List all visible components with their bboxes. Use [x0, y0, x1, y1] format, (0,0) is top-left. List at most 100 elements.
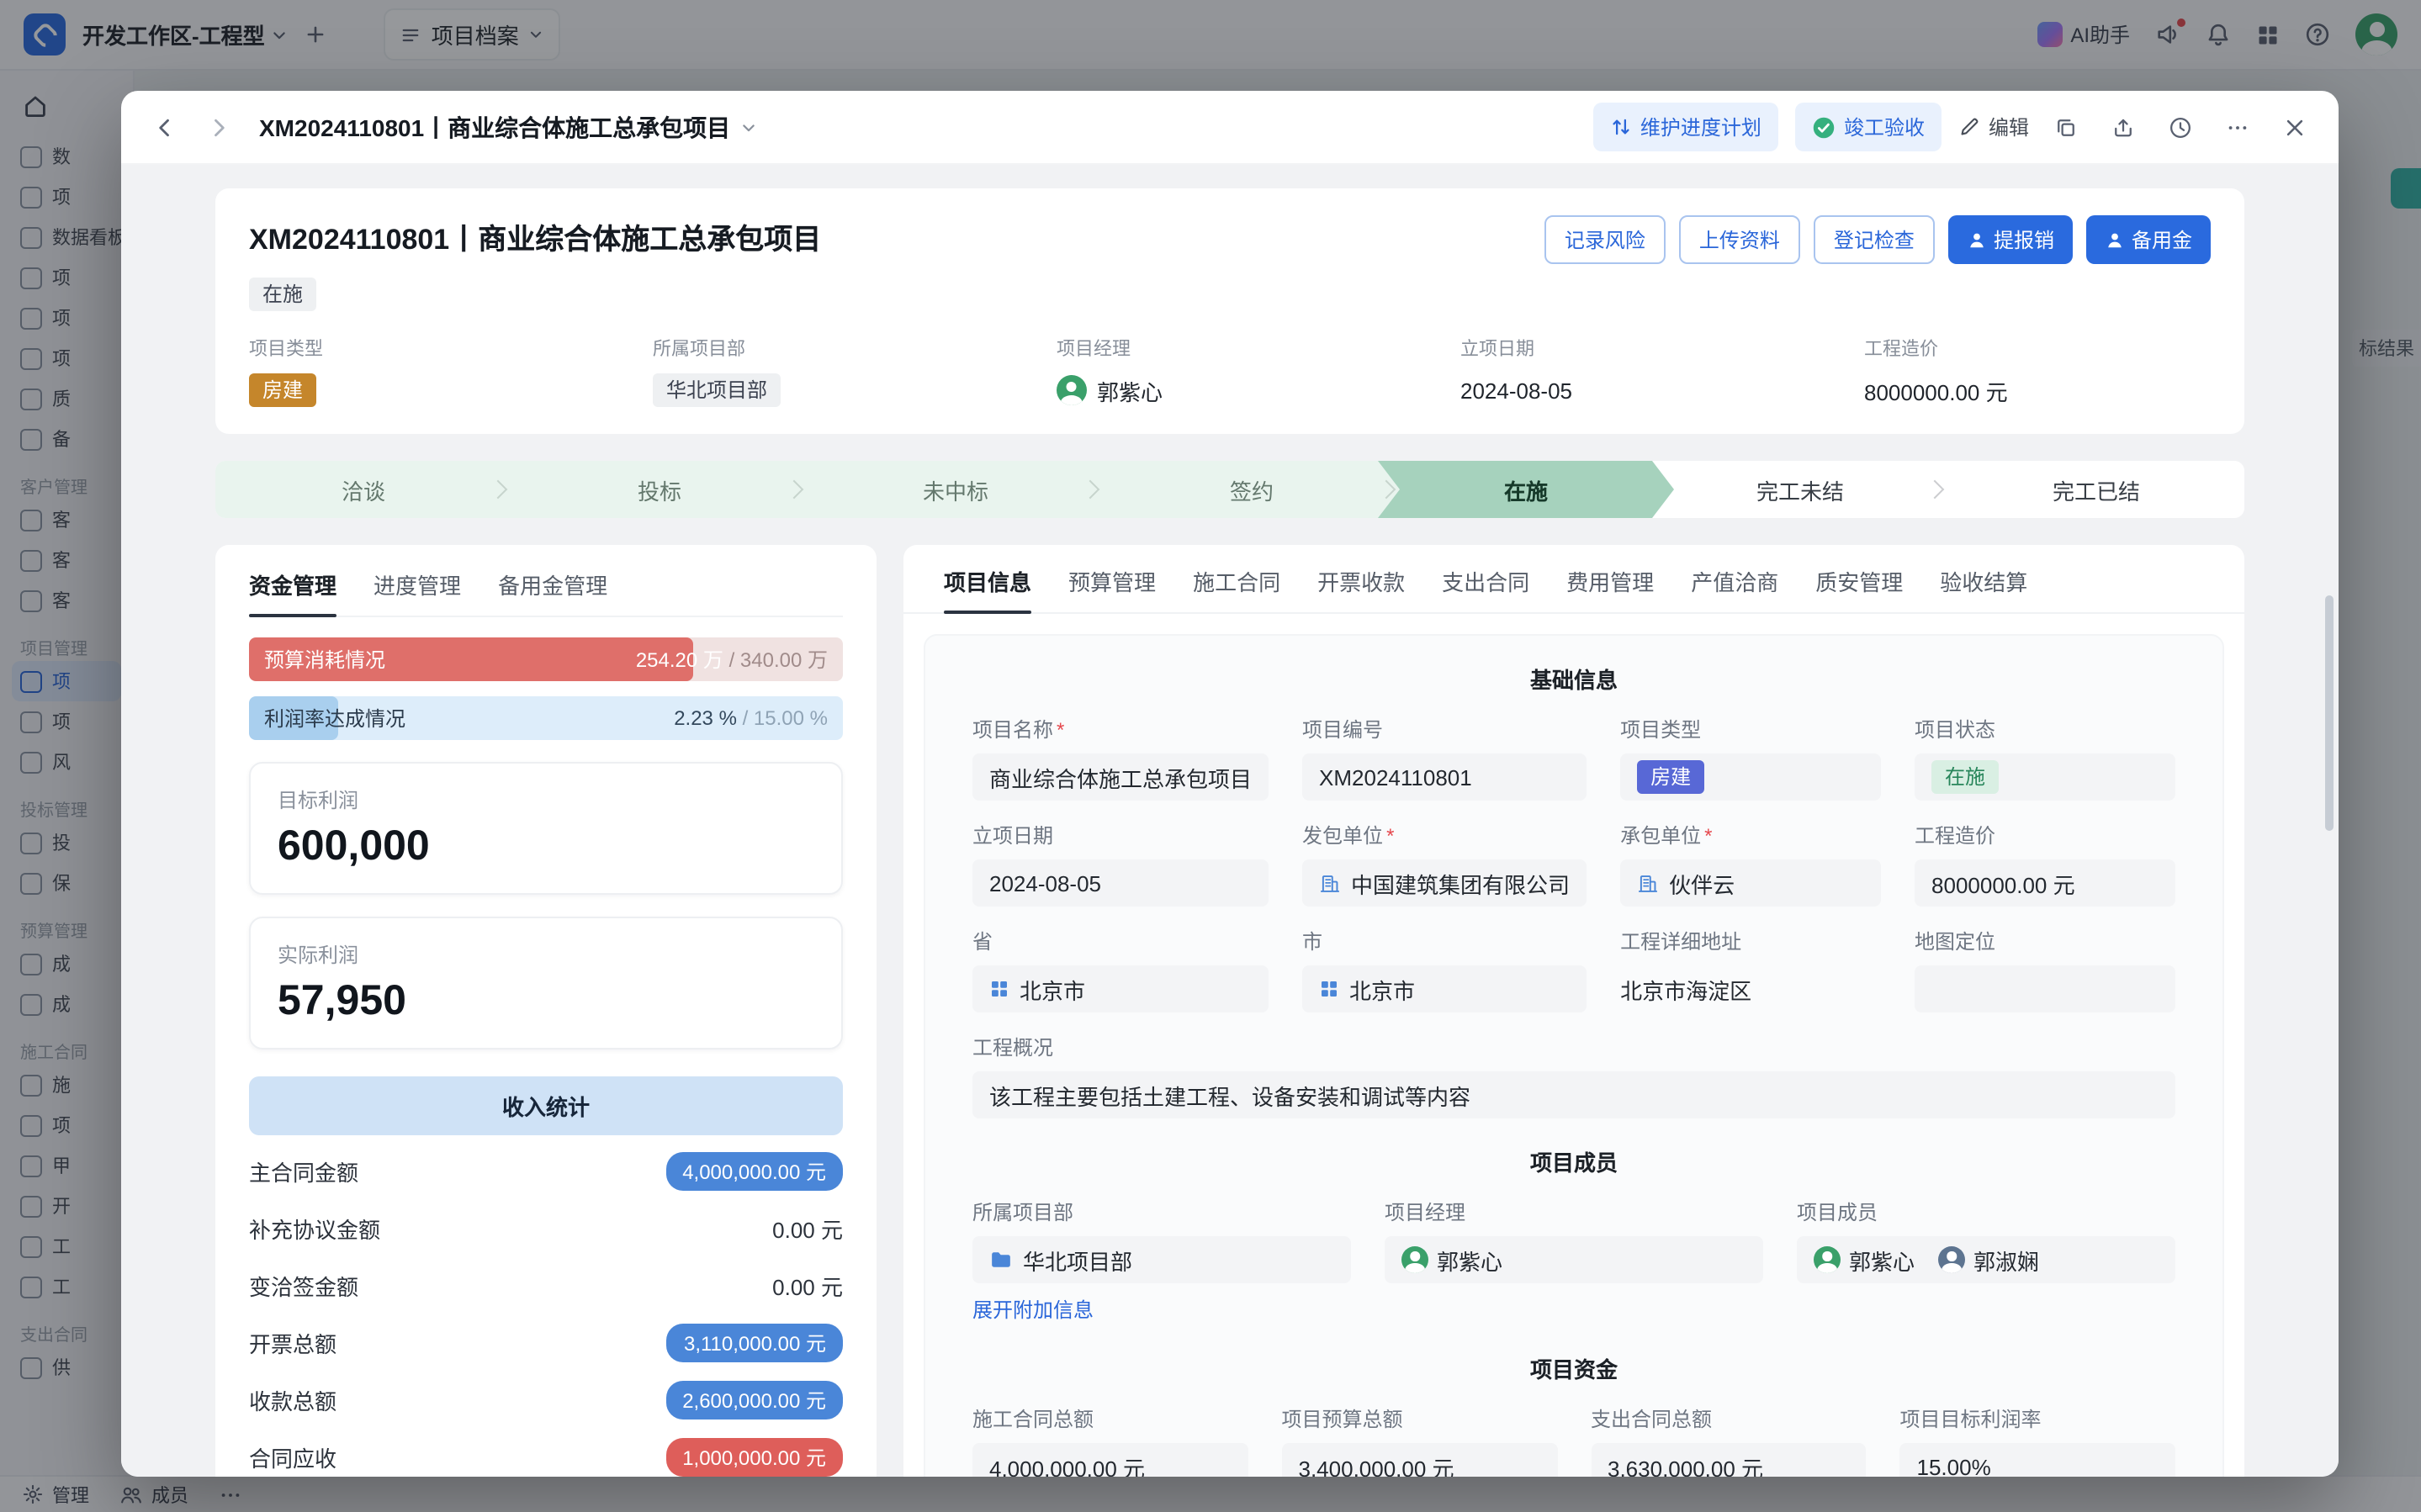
info-panel-tab[interactable]: 支出合同	[1442, 565, 1529, 612]
field-label: 所属项目部	[972, 1197, 1073, 1226]
expand-extra-info-link[interactable]: 展开附加信息	[972, 1295, 1094, 1324]
modal-actions: 维护进度计划 竣工验收 编辑	[1593, 103, 2315, 151]
info-panel-tab[interactable]: 项目信息	[944, 565, 1031, 612]
money-row-value: 3,110,000.00 元	[667, 1323, 843, 1361]
more-button[interactable]	[2217, 107, 2258, 147]
scrollbar-thumb[interactable]	[2325, 595, 2334, 831]
info-panel-tab-label: 支出合同	[1442, 570, 1529, 595]
back-button[interactable]	[145, 107, 185, 147]
project-summary-card: XM2024110801丨商业综合体施工总承包项目 记录风险 上传资料 登记检查	[215, 188, 2244, 434]
project-status-badge: 在施	[1931, 760, 1999, 794]
field-city: 市 北京市	[1302, 927, 1587, 1012]
field-label: 项目类型	[1620, 715, 1701, 743]
modal-title[interactable]: XM2024110801丨商业综合体施工总承包项目	[259, 110, 757, 144]
info-panel-tab[interactable]: 施工合同	[1193, 565, 1280, 612]
field-start-date: 立项日期 2024-08-05	[972, 821, 1269, 907]
copy-button[interactable]	[2046, 107, 2086, 147]
info-panel-tab[interactable]: 产值洽商	[1691, 565, 1778, 612]
field-contractor-unit: 承包单位* 伙伴云	[1620, 821, 1881, 907]
funds-panel-tab[interactable]: 进度管理	[373, 568, 461, 616]
project-members-input[interactable]: 郭紫心 郭淑娴	[1797, 1236, 2175, 1283]
member-name: 郭紫心	[1849, 1244, 1915, 1276]
money-row-label: 补充协议金额	[249, 1212, 380, 1244]
field-label: 工程造价	[1915, 821, 1995, 849]
project-manager-input[interactable]: 郭紫心	[1385, 1236, 1763, 1283]
actual-profit-label: 实际利润	[278, 940, 814, 969]
stage-step-label: 完工已结	[2053, 473, 2140, 505]
info-panel-tab[interactable]: 费用管理	[1566, 565, 1654, 612]
stage-step[interactable]: 完工未结	[1652, 461, 1948, 518]
funds-field-input[interactable]: 15.00%	[1900, 1443, 2176, 1477]
manager-name: 郭紫心	[1097, 374, 1163, 406]
stage-step[interactable]: 签约	[1104, 461, 1400, 518]
funds-panel-tab[interactable]: 备用金管理	[498, 568, 607, 616]
field-label: 项目编号	[1302, 715, 1383, 743]
field-owner-unit: 发包单位* 中国建筑集团有限公司	[1302, 821, 1587, 907]
maintain-plan-button[interactable]: 维护进度计划	[1593, 103, 1778, 151]
funds-field-input[interactable]: 3,400,000.00 元	[1282, 1443, 1558, 1477]
stage-step[interactable]: 在施	[1378, 461, 1674, 518]
close-button[interactable]	[2275, 107, 2315, 147]
funds-panel: 资金管理 进度管理 备用金管理 预算消耗情况 254.20 万 / 340.00…	[215, 545, 877, 1477]
funds-field-input[interactable]: 3,630,000.00 元	[1591, 1443, 1867, 1477]
section-title-members: 项目成员	[972, 1145, 2175, 1177]
money-row-value: 0.00 元	[772, 1212, 843, 1244]
acceptance-button[interactable]: 竣工验收	[1795, 103, 1942, 151]
project-cost-input[interactable]: 8000000.00 元	[1915, 859, 2175, 907]
address-value[interactable]: 北京市海淀区	[1620, 965, 1881, 1012]
hero-outline-button[interactable]: 记录风险	[1544, 215, 1666, 264]
city-input[interactable]: 北京市	[1302, 965, 1587, 1012]
money-row-label: 变洽签金额	[249, 1269, 358, 1301]
hero-outline-button[interactable]: 上传资料	[1679, 215, 1800, 264]
field-label: 项目状态	[1915, 715, 1995, 743]
stage-step-label: 洽谈	[342, 473, 385, 505]
acceptance-label: 竣工验收	[1844, 113, 1925, 141]
info-panel-tab[interactable]: 开票收款	[1317, 565, 1405, 612]
funds-field: 支出合同总额 3,630,000.00 元	[1591, 1404, 1867, 1477]
stage-step[interactable]: 投标	[511, 461, 808, 518]
income-stats-button[interactable]: 收入统计	[249, 1076, 843, 1135]
edit-button[interactable]: 编辑	[1958, 113, 2029, 141]
funds-panel-tab[interactable]: 资金管理	[249, 568, 336, 616]
hero-primary-button[interactable]: 提报销	[1948, 215, 2073, 264]
money-row: 变洽签金额 0.00 元	[249, 1256, 843, 1314]
info-panel-tab[interactable]: 质安管理	[1815, 565, 1903, 612]
field-label: 项目经理	[1385, 1197, 1465, 1226]
project-status-input[interactable]: 在施	[1915, 753, 2175, 801]
field-province: 省 北京市	[972, 927, 1269, 1012]
profit-bar-current: 2.23 %	[674, 706, 737, 730]
department-value: 华北项目部	[1023, 1244, 1132, 1276]
stage-step[interactable]: 未中标	[808, 461, 1104, 518]
info-panel-tab[interactable]: 验收结算	[1940, 565, 2027, 612]
building-icon	[1319, 872, 1341, 894]
project-code-input[interactable]: XM2024110801	[1302, 753, 1587, 801]
project-type-input[interactable]: 房建	[1620, 753, 1881, 801]
start-date-input[interactable]: 2024-08-05	[972, 859, 1269, 907]
stage-step[interactable]: 洽谈	[215, 461, 511, 518]
screen: 开发工作区-工程型 项目档案 AI助手	[0, 0, 2421, 1512]
sort-icon	[1610, 116, 1632, 138]
field-address: 工程详细地址 北京市海淀区	[1620, 927, 1881, 1012]
owner-unit-input[interactable]: 中国建筑集团有限公司	[1302, 859, 1587, 907]
field-label: 立项日期	[972, 821, 1053, 849]
required-mark: *	[1057, 717, 1064, 741]
overview-input[interactable]: 该工程主要包括土建工程、设备安装和调试等内容	[972, 1071, 2175, 1118]
province-input[interactable]: 北京市	[972, 965, 1269, 1012]
info-panel-tab[interactable]: 预算管理	[1068, 565, 1156, 612]
project-name-input[interactable]: 商业综合体施工总承包项目	[972, 753, 1269, 801]
money-row: 合同应收 1,000,000.00 元	[249, 1428, 843, 1477]
history-button[interactable]	[2160, 107, 2201, 147]
funds-field-input[interactable]: 4,000,000.00 元	[972, 1443, 1248, 1477]
required-mark: *	[1704, 823, 1712, 847]
map-location-input[interactable]	[1915, 965, 2175, 1012]
contractor-unit-input[interactable]: 伙伴云	[1620, 859, 1881, 907]
stage-step-label: 完工未结	[1756, 473, 1844, 505]
hero-actions: 记录风险 上传资料 登记检查 提报销	[1544, 215, 2211, 264]
hero-primary-button[interactable]: 备用金	[2086, 215, 2211, 264]
section-title-funds: 项目资金	[972, 1352, 2175, 1384]
share-button[interactable]	[2103, 107, 2143, 147]
hero-outline-button[interactable]: 登记检查	[1814, 215, 1935, 264]
forward-button[interactable]	[199, 107, 239, 147]
department-input[interactable]: 华北项目部	[972, 1236, 1351, 1283]
stage-step[interactable]: 完工已结	[1948, 461, 2244, 518]
